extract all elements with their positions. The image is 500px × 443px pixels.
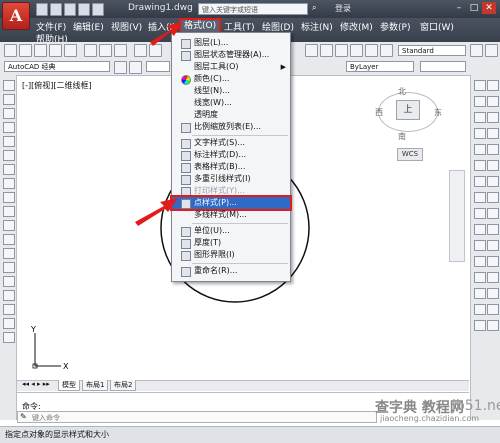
watermark-url: jiaocheng.chazidian.com (380, 414, 480, 423)
arrow-to-format-menu (150, 22, 182, 46)
annotation-arrows (135, 22, 182, 226)
arrow-to-point-style (135, 198, 178, 226)
watermark-site: jb51.net (452, 398, 500, 414)
